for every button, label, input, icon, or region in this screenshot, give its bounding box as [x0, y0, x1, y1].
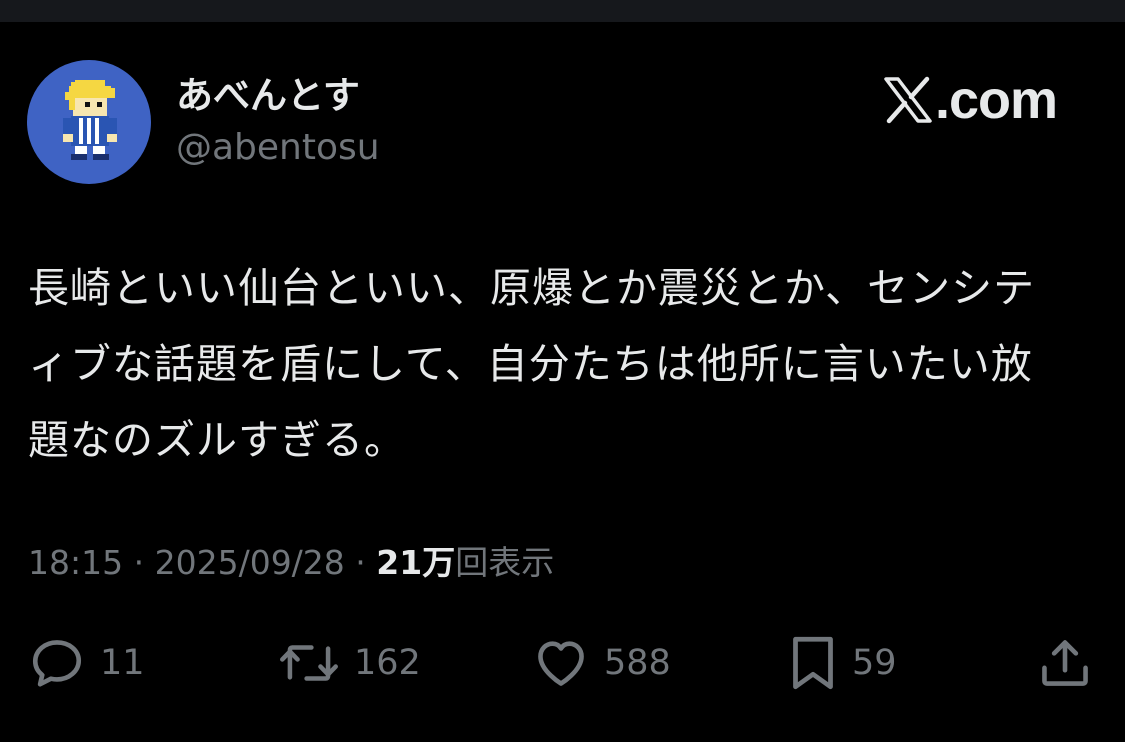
avatar[interactable] [27, 60, 151, 184]
tweet-date[interactable]: 2025/09/28 [155, 543, 345, 582]
views-count: 21万 [376, 543, 456, 582]
like-count: 588 [604, 643, 671, 683]
tweet-body: 長崎といい仙台といい、原爆とか震災とか、センシティブな話題を盾にして、自分たちは… [28, 264, 1036, 464]
tweet-meta: 18:15 · 2025/09/28 · 21万回表示 [28, 540, 554, 586]
bookmark-icon [793, 636, 833, 690]
action-bar: 11 162 588 59 [0, 628, 1125, 698]
user-info: あべんとす @abentosu [176, 74, 380, 170]
like-button[interactable]: 588 [532, 628, 671, 698]
share-button[interactable] [1036, 628, 1094, 698]
display-name[interactable]: あべんとす [176, 74, 380, 118]
reply-button[interactable]: 11 [28, 628, 145, 698]
meta-separator-2: · [344, 543, 377, 582]
retweet-button[interactable]: 162 [278, 628, 421, 698]
brand-domain: .com [934, 70, 1058, 130]
retweet-count: 162 [354, 643, 421, 683]
top-bar [0, 0, 1125, 22]
bookmark-count: 59 [852, 643, 897, 683]
reply-icon [32, 640, 82, 687]
pixel-character-icon [63, 80, 117, 160]
heart-icon [538, 641, 584, 686]
bookmark-button[interactable]: 59 [788, 628, 897, 698]
tweet-time[interactable]: 18:15 [28, 543, 123, 582]
meta-separator: · [123, 543, 155, 582]
views-label: 回表示 [455, 543, 555, 582]
brand-logo[interactable]: .com [883, 70, 1058, 130]
share-icon [1042, 640, 1088, 686]
x-logo-icon [884, 76, 932, 124]
reply-count: 11 [100, 643, 145, 683]
user-handle[interactable]: @abentosu [176, 126, 380, 170]
retweet-icon [280, 645, 338, 681]
